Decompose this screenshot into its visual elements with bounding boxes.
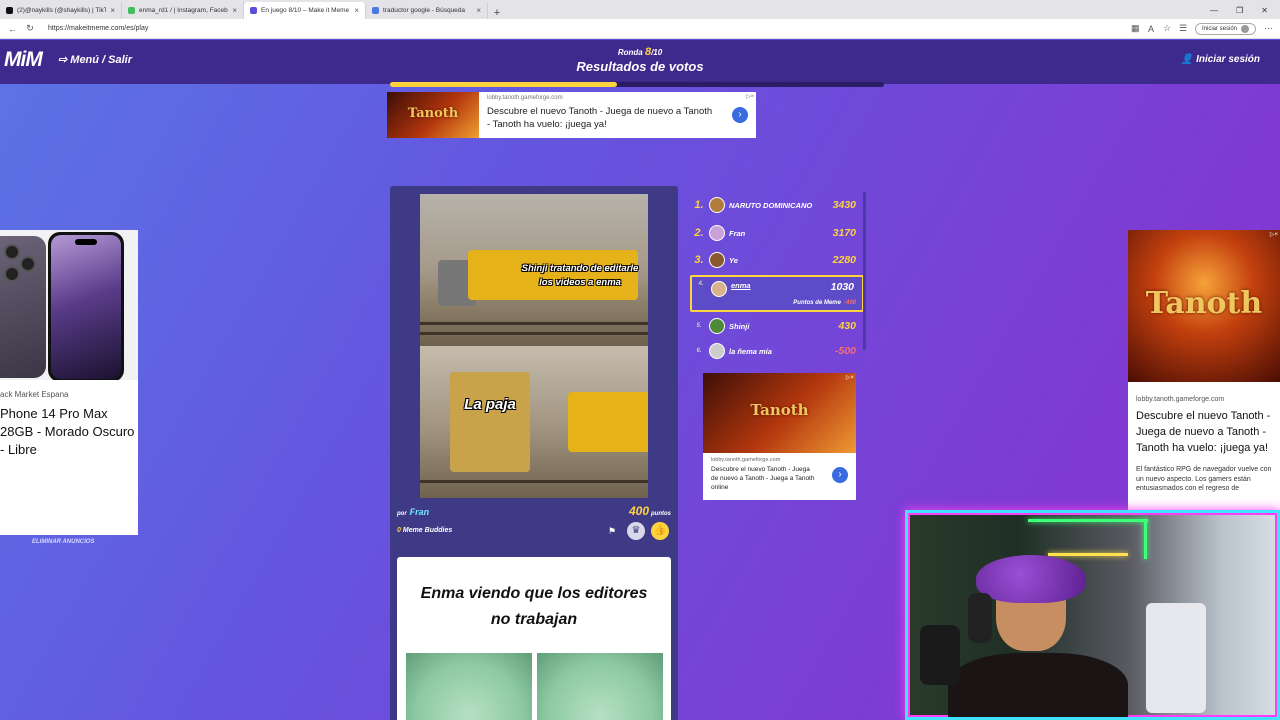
avatar [711,281,727,297]
ad-right[interactable]: Tanoth lobby.tanoth.gameforge.com Descub… [1128,230,1280,510]
remove-ads-link[interactable]: ELIMINAR ANUNCIOS [32,539,94,545]
maximize-icon[interactable]: ❐ [1236,6,1243,15]
browser-signin-button[interactable]: Iniciar sesión [1194,22,1256,35]
locomotive-shape [450,372,530,472]
round-indicator: Ronda 8/10 Resultados de votos [540,46,740,74]
meme-author-row: por Fran 400 puntos [397,504,671,518]
close-icon[interactable]: × [232,6,237,15]
logo[interactable]: MiM [4,48,43,72]
game-header: MiM ⇨ Menú / Salir Ronda 8/10 Resultados… [0,40,1280,84]
crown-button[interactable]: ♛ [627,522,645,540]
ad-arrow-icon[interactable]: › [832,467,848,483]
ad-choices-icon[interactable]: ▷× [746,93,754,100]
back-icon[interactable]: ← [8,24,17,34]
leaderboard-scrollbar[interactable] [863,192,866,350]
meme-panel-top: Shinji tratando de editarle los videos a… [420,194,648,346]
avatar [1241,24,1249,33]
author-name[interactable]: Fran [410,507,430,517]
meme-buddies: 0 Meme Buddies [397,527,453,534]
avatar [709,318,725,334]
browser-tab[interactable]: traductor google - Búsqueda × [366,2,488,19]
reaction-button[interactable]: 👍 [651,522,669,540]
report-flag-icon[interactable]: ⚑ [608,526,616,537]
meme-panel-bottom: La paja [420,346,648,498]
avatar [709,343,725,359]
instagram-icon [128,7,135,14]
microphone [920,625,960,685]
tiktok-icon [6,7,13,14]
favorites-icon[interactable]: ☰ [1179,23,1187,34]
ad-left[interactable]: ack Market Espana Phone 14 Pro Max 28GB … [0,230,138,535]
page: MiM ⇨ Menú / Salir Ronda 8/10 Resultados… [0,40,1280,720]
leaderboard-row-current-player: 4. enma 1030 Puntos de Meme -400 [690,275,864,312]
iphone-image [0,230,138,380]
new-tab-button[interactable]: + [488,7,506,19]
leaderboard-row: 5. Shinji 430 [696,318,856,334]
minimize-icon[interactable]: — [1210,6,1218,15]
next-meme-title: Enma viendo que los editores no trabajan [420,585,648,628]
ad-choices-icon[interactable]: ▷× [1270,231,1278,238]
ad-arrow-icon[interactable]: › [732,107,748,123]
next-meme-card: Enma viendo que los editores no trabajan [397,557,671,720]
progress-fill [390,82,618,87]
leaderboard-row: 2. Fran 3170 [694,225,856,241]
webcam-overlay [905,510,1280,720]
address-bar: ← ↻ https://makeitmeme.com/es/play ▦ A ☆… [0,19,1280,39]
reader-icon[interactable]: ▦ [1131,23,1140,34]
more-icon[interactable]: ⋯ [1264,23,1273,34]
avatar [709,252,725,268]
close-window-icon[interactable]: ✕ [1261,6,1268,15]
url-field[interactable]: https://makeitmeme.com/es/play [48,25,148,32]
window-controls: — ❐ ✕ [1210,2,1280,19]
close-icon[interactable]: × [110,6,115,15]
ad-banner-top[interactable]: Tanoth lobby.tanoth.gameforge.com Descub… [387,92,756,138]
like-icon: 👍 [653,525,667,536]
close-icon[interactable]: × [354,6,359,15]
avatar [709,225,725,241]
round-progress [390,82,884,87]
meme-panel: Shinji tratando de editarle los videos a… [390,186,678,720]
leaderboard-row: 6. la ñema mía -500 [696,343,856,359]
meme-image: Shinji tratando de editarle los videos a… [420,194,648,498]
squidward-image [537,653,663,720]
bus-wreck-shape [568,392,648,452]
translate-icon[interactable]: A [1147,24,1155,34]
star-icon[interactable]: ☆ [1163,23,1171,34]
menu-exit-button[interactable]: ⇨ Menú / Salir [58,53,132,66]
meme-points: 400 [628,504,649,518]
login-button[interactable]: 👤 Iniciar sesión [1181,54,1260,65]
makeitmeme-icon [250,7,257,14]
tanoth-ad-image: Tanoth [387,92,479,138]
browser-tab[interactable]: (2)@naykills (@shaykills) | TikTok × [0,2,122,19]
refresh-icon[interactable]: ↻ [26,23,34,34]
ad-mid[interactable]: Tanoth lobby.tanoth.gameforge.com Descub… [703,373,856,500]
tanoth-ad-image: Tanoth [703,373,856,453]
user-icon: 👤 [1180,54,1194,65]
browser-tab-active[interactable]: En juego 8/10 – Make it Meme × [244,2,366,19]
squidward-image [406,653,532,720]
ad-choices-icon[interactable]: ▷× [846,374,854,381]
page-title: Resultados de votos [576,59,704,74]
browser-tab[interactable]: enma_rd1 / | Instagram, Facebook × [122,2,244,19]
crown-icon: ♛ [631,525,641,536]
leaderboard-row: 1. NARUTO DOMINICANO 3430 [694,197,856,213]
browser-tabbar: (2)@naykills (@shaykills) | TikTok × enma… [0,0,1280,19]
tanoth-ad-image: Tanoth [1128,230,1280,382]
close-icon[interactable]: × [476,6,481,15]
leaderboard-row: 3. Ye 2280 [694,252,856,268]
search-icon [372,7,379,14]
avatar [709,197,725,213]
